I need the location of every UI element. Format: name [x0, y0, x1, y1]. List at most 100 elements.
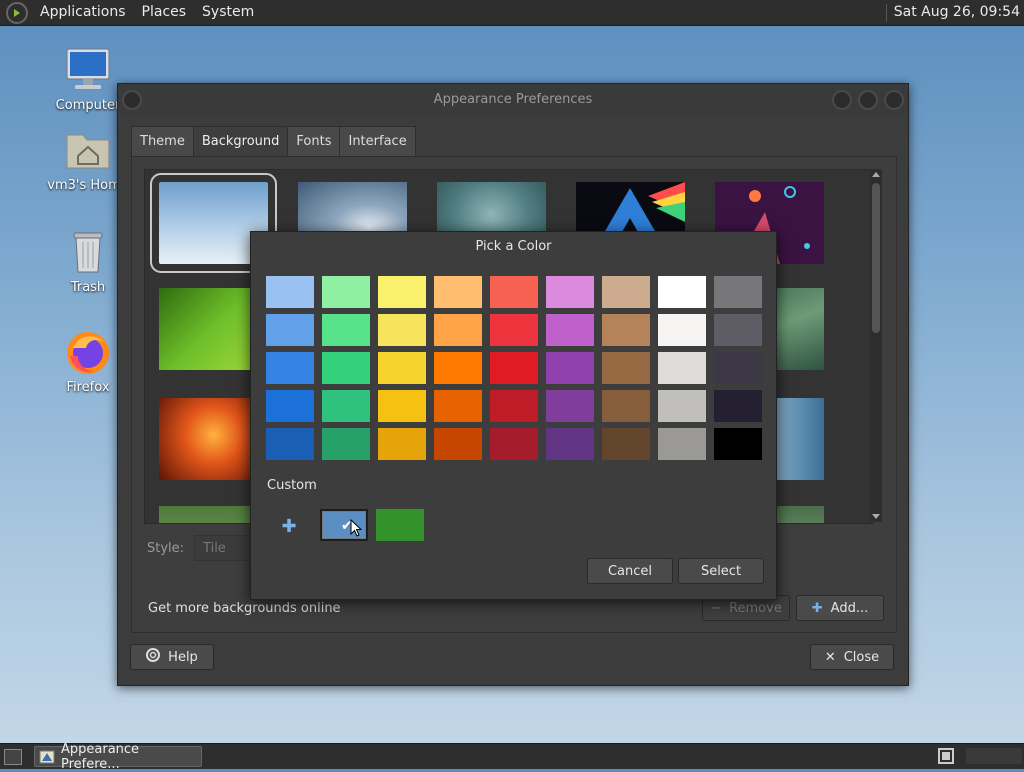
appearance-app-icon — [39, 749, 55, 765]
color-swatch[interactable] — [378, 390, 426, 422]
color-swatch[interactable] — [658, 352, 706, 384]
color-swatch[interactable] — [266, 352, 314, 384]
color-swatch[interactable] — [322, 390, 370, 422]
color-swatch[interactable] — [658, 276, 706, 308]
scroll-down-arrow-icon[interactable] — [872, 514, 880, 519]
color-swatch[interactable] — [322, 352, 370, 384]
tab-theme[interactable]: Theme — [131, 126, 194, 158]
close-button-label: Close — [843, 649, 880, 665]
custom-color-swatch[interactable] — [376, 509, 424, 541]
computer-icon — [64, 46, 112, 94]
color-swatch[interactable] — [714, 352, 762, 384]
color-swatch[interactable] — [266, 314, 314, 346]
select-button[interactable]: Select — [678, 558, 764, 584]
color-swatch[interactable] — [490, 390, 538, 422]
bottom-panel: Appearance Prefere... — [0, 742, 1024, 772]
color-swatch[interactable] — [378, 428, 426, 460]
color-swatch[interactable] — [602, 390, 650, 422]
cancel-button[interactable]: Cancel — [587, 558, 673, 584]
menu-system[interactable]: System — [194, 0, 262, 25]
help-button[interactable]: Help — [130, 644, 214, 670]
color-swatch[interactable] — [434, 352, 482, 384]
color-swatch[interactable] — [322, 276, 370, 308]
color-swatch[interactable] — [546, 390, 594, 422]
dialog-title: Pick a Color — [475, 239, 552, 254]
tab-bar: Theme Background Fonts Interface — [131, 126, 416, 158]
color-swatch[interactable] — [378, 276, 426, 308]
color-swatch[interactable] — [714, 276, 762, 308]
show-desktop-icon[interactable] — [4, 749, 22, 765]
color-swatch[interactable] — [378, 314, 426, 346]
color-swatch[interactable] — [714, 314, 762, 346]
color-swatch[interactable] — [434, 276, 482, 308]
color-swatch[interactable] — [266, 276, 314, 308]
color-swatch[interactable] — [546, 314, 594, 346]
workspace-switcher-icon[interactable] — [938, 748, 954, 764]
taskbar-item-appearance[interactable]: Appearance Prefere... — [34, 742, 202, 772]
workspace-switcher[interactable] — [966, 748, 1022, 764]
firefox-icon — [64, 328, 112, 376]
color-swatch[interactable] — [322, 314, 370, 346]
select-button-label: Select — [700, 563, 742, 579]
add-button-label: Add... — [830, 600, 869, 616]
color-swatch[interactable] — [490, 314, 538, 346]
color-swatch[interactable] — [546, 428, 594, 460]
tab-fonts[interactable]: Fonts — [287, 126, 341, 158]
taskbar-item-label: Appearance Prefere... — [61, 741, 140, 772]
add-button[interactable]: ✚ Add... — [796, 595, 884, 621]
color-swatch[interactable] — [602, 352, 650, 384]
maximize-button[interactable] — [858, 90, 878, 110]
color-swatch[interactable] — [714, 390, 762, 422]
color-swatch[interactable] — [602, 428, 650, 460]
close-button[interactable]: ✕ Close — [810, 644, 894, 670]
color-swatch[interactable] — [658, 428, 706, 460]
remove-button-label: Remove — [729, 600, 782, 616]
home-folder-icon — [64, 126, 112, 174]
custom-color-swatch-selected[interactable]: ✔ — [320, 509, 368, 541]
scroll-up-arrow-icon[interactable] — [872, 172, 880, 177]
menu-applications[interactable]: Applications — [32, 0, 134, 25]
add-custom-color-icon[interactable]: ✚ — [279, 517, 299, 537]
top-panel: Applications Places System Sat Aug 26, 0… — [0, 0, 1024, 26]
pick-a-color-dialog: Pick a Color Custom ✚ ✔ Cancel Select — [250, 231, 777, 600]
minimize-button[interactable] — [832, 90, 852, 110]
color-swatch[interactable] — [434, 314, 482, 346]
color-swatch[interactable] — [714, 428, 762, 460]
get-more-backgrounds-link[interactable]: Get more backgrounds online — [148, 601, 341, 616]
color-swatch[interactable] — [434, 428, 482, 460]
color-swatch[interactable] — [658, 314, 706, 346]
color-swatch[interactable] — [266, 428, 314, 460]
color-swatch[interactable] — [658, 390, 706, 422]
window-titlebar[interactable]: Appearance Preferences — [118, 84, 908, 115]
window-title: Appearance Preferences — [433, 92, 593, 107]
menu-places[interactable]: Places — [134, 0, 195, 25]
color-swatch[interactable] — [602, 276, 650, 308]
color-swatch[interactable] — [434, 390, 482, 422]
lifebuoy-help-icon — [146, 648, 161, 666]
color-swatch[interactable] — [266, 390, 314, 422]
tab-interface[interactable]: Interface — [339, 126, 416, 158]
color-swatch[interactable] — [490, 276, 538, 308]
color-swatch[interactable] — [322, 428, 370, 460]
main-menu: Applications Places System — [0, 0, 262, 25]
clock-text: Sat Aug 26, 09:54 — [893, 4, 1020, 20]
trash-icon — [64, 228, 112, 276]
color-swatch[interactable] — [546, 352, 594, 384]
color-swatch[interactable] — [490, 352, 538, 384]
close-window-button[interactable] — [884, 90, 904, 110]
color-swatch[interactable] — [490, 428, 538, 460]
panel-separator — [885, 3, 887, 22]
scrollbar-thumb[interactable] — [872, 183, 880, 333]
tab-background[interactable]: Background — [192, 126, 289, 158]
color-swatch[interactable] — [546, 276, 594, 308]
mouse-pointer-icon — [350, 519, 362, 537]
clock[interactable]: Sat Aug 26, 09:54 — [885, 0, 1020, 25]
help-button-label: Help — [168, 649, 198, 665]
color-swatch[interactable] — [602, 314, 650, 346]
distro-logo-icon[interactable] — [6, 1, 28, 24]
color-swatch[interactable] — [378, 352, 426, 384]
wallpaper-scrollbar[interactable] — [870, 169, 882, 522]
plus-icon: ✚ — [811, 600, 823, 616]
custom-label: Custom — [267, 478, 317, 493]
cancel-button-label: Cancel — [607, 563, 653, 579]
